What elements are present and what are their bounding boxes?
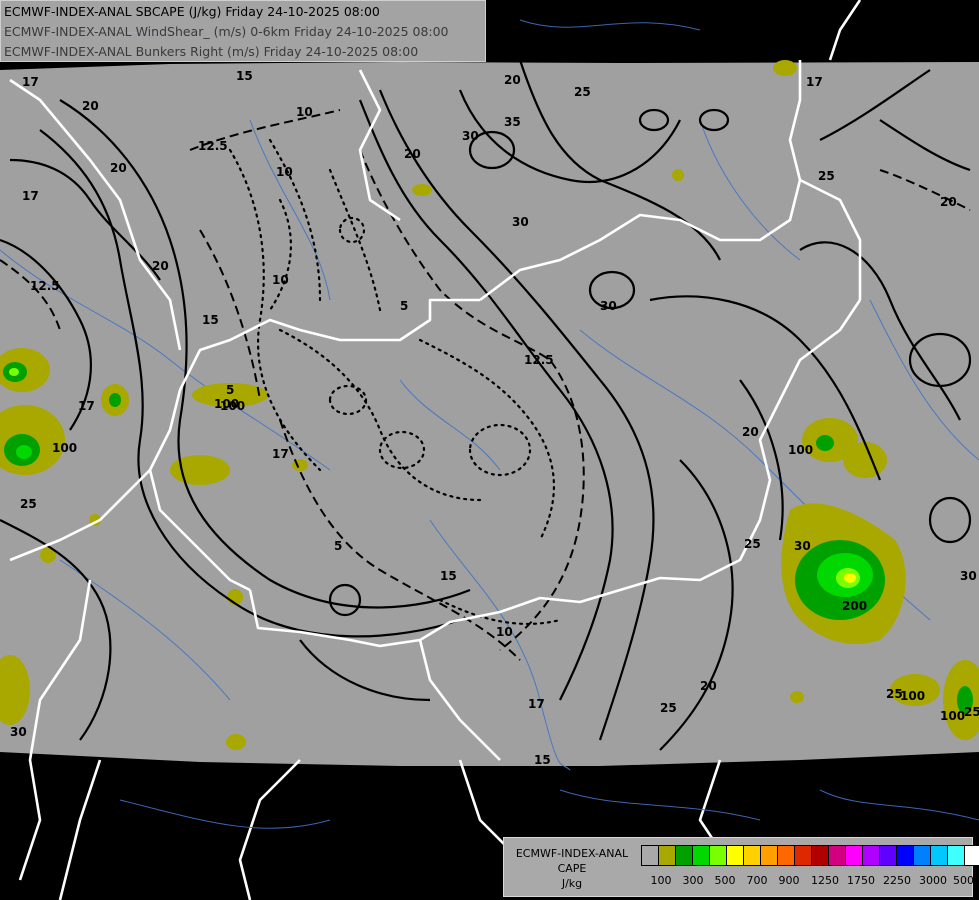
- legend-swatch: [862, 845, 880, 866]
- legend-swatch: [947, 845, 965, 866]
- legend-tick-label: 1750: [847, 874, 875, 887]
- legend-swatch: [641, 845, 659, 866]
- legend-tick-labels: 100 300 500 700 900 1250 1750 2250 3000 5000: [639, 874, 979, 888]
- title-sbcape: ECMWF-INDEX-ANAL SBCAPE (J/kg) Friday 24…: [4, 4, 380, 19]
- legend-swatch: [930, 845, 948, 866]
- legend-swatch: [879, 845, 897, 866]
- legend-color-scale: [641, 845, 979, 866]
- legend-swatch: [896, 845, 914, 866]
- legend-tick-label: 500: [714, 874, 736, 887]
- legend-swatch: [811, 845, 829, 866]
- legend-tick-label: 3000: [919, 874, 947, 887]
- legend-swatch: [828, 845, 846, 866]
- legend-swatch: [692, 845, 710, 866]
- legend-variable-label: CAPE: [557, 862, 587, 875]
- legend-swatch: [794, 845, 812, 866]
- legend-tick-label: 900: [778, 874, 800, 887]
- legend-tick-label: 2250: [883, 874, 911, 887]
- legend-swatch: [709, 845, 727, 866]
- legend-swatch: [658, 845, 676, 866]
- legend-swatch: [743, 845, 761, 866]
- legend-swatch: [964, 845, 979, 866]
- cape-legend: ECMWF-INDEX-ANAL CAPE J/kg 100 300 500 700 9…: [503, 837, 979, 897]
- legend-swatch: [845, 845, 863, 866]
- title-box: ECMWF-INDEX-ANAL SBCAPE (J/kg) Friday 24…: [0, 0, 486, 62]
- legend-tick-label: 100: [650, 874, 672, 887]
- legend-swatch: [760, 845, 778, 866]
- legend-tick-label: 700: [746, 874, 768, 887]
- legend-swatch: [675, 845, 693, 866]
- title-bunkers: ECMWF-INDEX-ANAL Bunkers Right (m/s) Fri…: [4, 44, 419, 59]
- legend-model-label: ECMWF-INDEX-ANAL: [515, 847, 629, 860]
- legend-unit-label: J/kg: [561, 877, 583, 890]
- cape-shear-map: [0, 0, 979, 900]
- legend-tick-label: 1250: [811, 874, 839, 887]
- legend-swatch: [777, 845, 795, 866]
- legend-tick-label: 300: [682, 874, 704, 887]
- legend-swatch: [913, 845, 931, 866]
- title-windshear: ECMWF-INDEX-ANAL WindShear_ (m/s) 0-6km …: [4, 24, 449, 39]
- legend-swatch: [726, 845, 744, 866]
- legend-tick-label: 5000: [953, 874, 979, 887]
